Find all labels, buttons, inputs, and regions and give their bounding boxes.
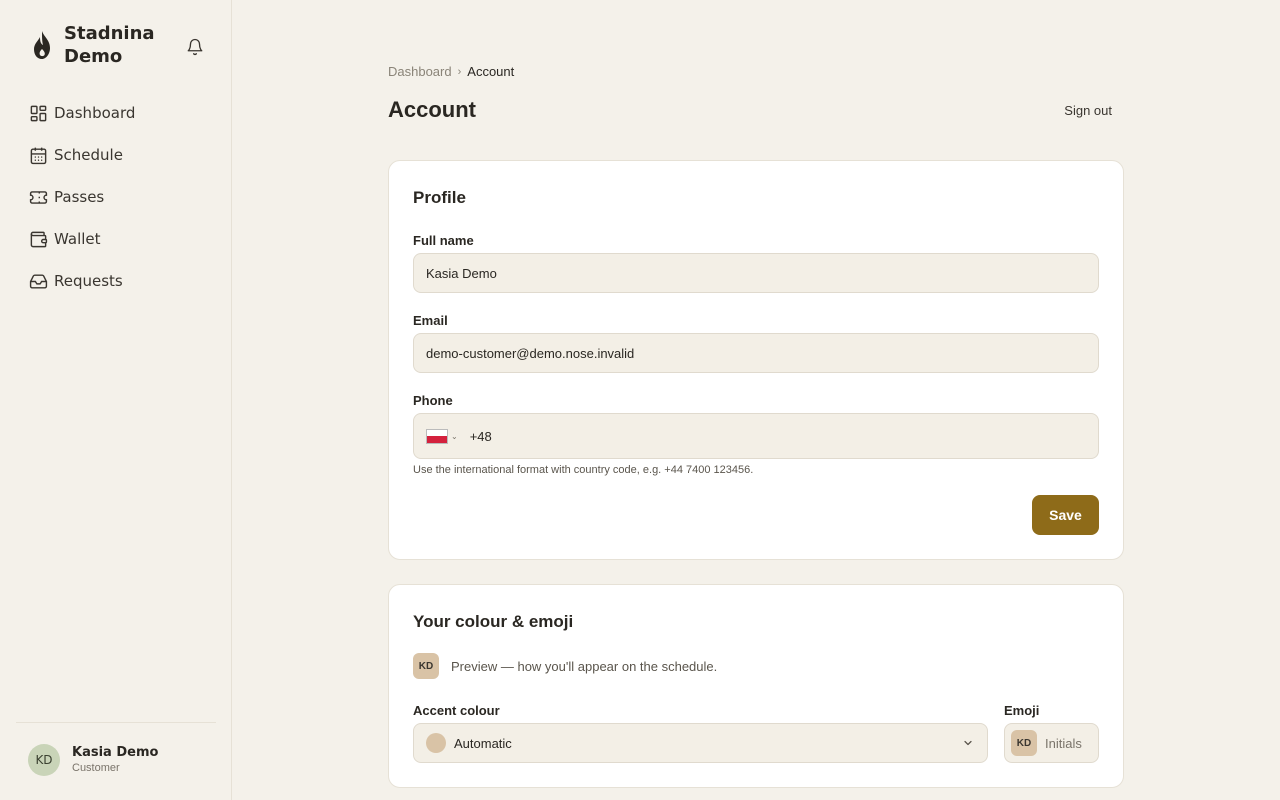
emoji-label: Emoji [1004, 703, 1040, 718]
breadcrumb-separator: › [457, 65, 462, 78]
breadcrumb-link-dashboard[interactable]: Dashboard [388, 64, 452, 79]
sidebar-item-schedule[interactable]: Schedule [28, 134, 218, 176]
colour-emoji-card: Your colour & emoji KD Preview — how you… [388, 584, 1124, 788]
bell-icon[interactable] [185, 37, 205, 57]
sidebar-item-dashboard[interactable]: Dashboard [28, 92, 218, 134]
page-title: Account [388, 97, 476, 122]
flame-icon [30, 29, 54, 61]
avatar: KD [28, 744, 60, 776]
email-input[interactable]: demo-customer@demo.nose.invalid [413, 333, 1099, 373]
breadcrumb: Dashboard › Account [388, 64, 514, 79]
sign-out-button[interactable]: Sign out [1048, 103, 1112, 118]
profile-card: Profile Full name Kasia Demo Email demo-… [388, 160, 1124, 560]
ticket-icon [28, 187, 48, 207]
poland-flag-icon [426, 428, 448, 444]
country-code-select[interactable]: ⌄ [426, 428, 458, 444]
inbox-icon [28, 271, 48, 291]
calendar-icon [28, 145, 48, 165]
chevron-down-icon: ⌄ [451, 431, 458, 441]
wallet-icon [28, 229, 48, 249]
sidebar-divider [16, 722, 216, 723]
colour-swatch [426, 733, 446, 753]
profile-title: Profile [413, 188, 466, 207]
sidebar-item-label: Wallet [54, 230, 101, 248]
save-button[interactable]: Save [1032, 495, 1099, 535]
breadcrumb-current: Account [467, 64, 515, 79]
phone-value: +48 [469, 428, 492, 444]
sidebar-item-wallet[interactable]: Wallet [28, 218, 218, 260]
phone-hint: Use the international format with countr… [413, 464, 754, 476]
sidebar-item-label: Schedule [54, 146, 123, 164]
schedule-preview: KD Preview — how you'll appear on the sc… [413, 653, 717, 679]
user-role: Customer [72, 762, 120, 774]
accent-colour-value: Automatic [454, 735, 512, 751]
email-label: Email [413, 313, 448, 328]
preview-text: Preview — how you'll appear on the sched… [451, 658, 718, 674]
emoji-value: Initials [1045, 735, 1082, 751]
preview-badge: KD [413, 653, 439, 679]
user-name: Kasia Demo [72, 745, 159, 760]
sidebar: Stadnina Demo Dashboard Schedule Passes … [0, 0, 232, 800]
sidebar-nav: Dashboard Schedule Passes Wallet Request… [28, 92, 218, 302]
sidebar-item-label: Requests [54, 272, 123, 290]
accent-colour-label: Accent colour [413, 703, 500, 718]
chevron-down-icon [961, 736, 975, 750]
full-name-input[interactable]: Kasia Demo [413, 253, 1099, 293]
sidebar-item-passes[interactable]: Passes [28, 176, 218, 218]
brand[interactable]: Stadnina Demo [30, 22, 174, 68]
brand-name: Stadnina Demo [64, 23, 155, 67]
phone-label: Phone [413, 393, 453, 408]
user-menu[interactable]: KD Kasia Demo Customer [28, 744, 158, 776]
emoji-badge: KD [1011, 730, 1037, 756]
phone-input[interactable]: ⌄ +48 [413, 413, 1099, 459]
dashboard-icon [28, 103, 48, 123]
sidebar-item-label: Passes [54, 188, 105, 206]
full-name-label: Full name [413, 233, 474, 248]
accent-colour-select[interactable]: Automatic [413, 723, 988, 763]
sidebar-item-requests[interactable]: Requests [28, 260, 218, 302]
emoji-select[interactable]: KD Initials [1004, 723, 1099, 763]
sidebar-item-label: Dashboard [54, 104, 136, 122]
colour-emoji-title: Your colour & emoji [413, 612, 574, 631]
